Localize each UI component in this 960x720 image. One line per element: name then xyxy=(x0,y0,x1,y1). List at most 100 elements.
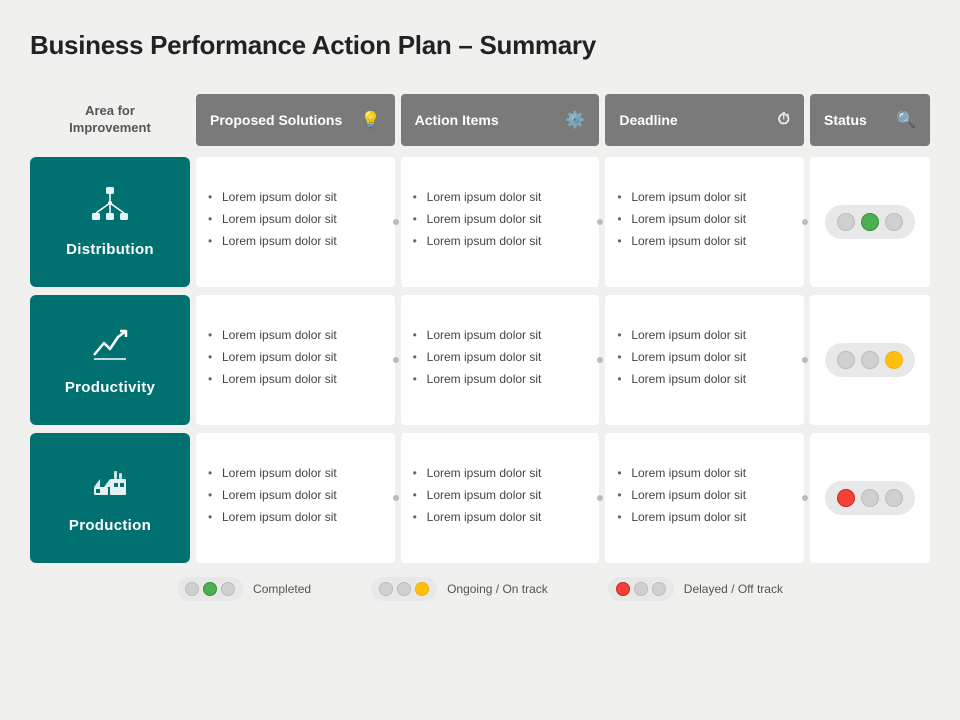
light-1 xyxy=(837,351,855,369)
area-header-label: Area for Improvement xyxy=(69,103,151,137)
status-label: Status xyxy=(824,112,867,128)
legend-light xyxy=(415,582,429,596)
production-action-list: Lorem ipsum dolor sit Lorem ipsum dolor … xyxy=(411,465,586,530)
legend-light xyxy=(652,582,666,596)
legend-ongoing-label: Ongoing / On track xyxy=(447,582,548,596)
page: Business Performance Action Plan – Summa… xyxy=(0,0,960,720)
list-item: Lorem ipsum dolor sit xyxy=(206,509,381,526)
light-3 xyxy=(885,213,903,231)
light-2 xyxy=(861,213,879,231)
legend-light xyxy=(379,582,393,596)
light-1 xyxy=(837,489,855,507)
legend-ongoing: Ongoing / On track xyxy=(371,577,548,601)
distribution-action-list: Lorem ipsum dolor sit Lorem ipsum dolor … xyxy=(411,189,586,254)
legend-delayed: Delayed / Off track xyxy=(608,577,783,601)
production-area-cell: Production xyxy=(30,433,190,563)
light-3 xyxy=(885,489,903,507)
list-item: Lorem ipsum dolor sit xyxy=(411,465,586,482)
list-item: Lorem ipsum dolor sit xyxy=(411,349,586,366)
list-item: Lorem ipsum dolor sit xyxy=(206,487,381,504)
list-item: Lorem ipsum dolor sit xyxy=(206,233,381,250)
legend-light xyxy=(203,582,217,596)
table-row: Distribution Lorem ipsum dolor sit Lorem… xyxy=(30,157,930,287)
list-item: Lorem ipsum dolor sit xyxy=(206,211,381,228)
light-2 xyxy=(861,489,879,507)
header-row: Area for Improvement Proposed Solutions … xyxy=(30,91,930,149)
legend-light xyxy=(221,582,235,596)
list-item: Lorem ipsum dolor sit xyxy=(615,211,790,228)
production-proposed-solutions: Lorem ipsum dolor sit Lorem ipsum dolor … xyxy=(196,433,395,563)
action-items-icon: ⚙️ xyxy=(565,110,585,130)
legend-light xyxy=(185,582,199,596)
production-proposed-list: Lorem ipsum dolor sit Lorem ipsum dolor … xyxy=(206,465,381,530)
list-item: Lorem ipsum dolor sit xyxy=(615,233,790,250)
production-action-items: Lorem ipsum dolor sit Lorem ipsum dolor … xyxy=(401,433,600,563)
page-title: Business Performance Action Plan – Summa… xyxy=(30,30,930,61)
list-item: Lorem ipsum dolor sit xyxy=(411,189,586,206)
production-icon xyxy=(90,461,130,509)
list-item: Lorem ipsum dolor sit xyxy=(615,487,790,504)
list-item: Lorem ipsum dolor sit xyxy=(411,371,586,388)
legend-completed: Completed xyxy=(177,577,311,601)
list-item: Lorem ipsum dolor sit xyxy=(411,509,586,526)
legend-light xyxy=(616,582,630,596)
list-item: Lorem ipsum dolor sit xyxy=(206,327,381,344)
distribution-proposed-list: Lorem ipsum dolor sit Lorem ipsum dolor … xyxy=(206,189,381,254)
productivity-label: Productivity xyxy=(65,379,155,396)
list-item: Lorem ipsum dolor sit xyxy=(411,327,586,344)
deadline-label: Deadline xyxy=(619,112,677,128)
productivity-traffic-lights xyxy=(825,343,915,377)
production-deadline-list: Lorem ipsum dolor sit Lorem ipsum dolor … xyxy=(615,465,790,530)
legend-light xyxy=(634,582,648,596)
legend-completed-lights xyxy=(177,577,243,601)
proposed-solutions-header: Proposed Solutions 💡 xyxy=(196,94,395,146)
list-item: Lorem ipsum dolor sit xyxy=(411,233,586,250)
productivity-status xyxy=(810,295,930,425)
productivity-deadline-list: Lorem ipsum dolor sit Lorem ipsum dolor … xyxy=(615,327,790,392)
light-1 xyxy=(837,213,855,231)
productivity-area-cell: Productivity xyxy=(30,295,190,425)
action-items-label: Action Items xyxy=(415,112,499,128)
list-item: Lorem ipsum dolor sit xyxy=(411,211,586,228)
distribution-action-items: Lorem ipsum dolor sit Lorem ipsum dolor … xyxy=(401,157,600,287)
list-item: Lorem ipsum dolor sit xyxy=(206,349,381,366)
status-header: Status 🔍 xyxy=(810,94,930,146)
action-items-header: Action Items ⚙️ xyxy=(401,94,600,146)
light-3 xyxy=(885,351,903,369)
distribution-label: Distribution xyxy=(66,241,154,258)
list-item: Lorem ipsum dolor sit xyxy=(615,327,790,344)
productivity-action-items: Lorem ipsum dolor sit Lorem ipsum dolor … xyxy=(401,295,600,425)
list-item: Lorem ipsum dolor sit xyxy=(615,189,790,206)
distribution-status xyxy=(810,157,930,287)
distribution-icon xyxy=(90,185,130,233)
productivity-proposed-list: Lorem ipsum dolor sit Lorem ipsum dolor … xyxy=(206,327,381,392)
area-header: Area for Improvement xyxy=(30,91,190,149)
list-item: Lorem ipsum dolor sit xyxy=(615,509,790,526)
legend-completed-label: Completed xyxy=(253,582,311,596)
table-row: Production Lorem ipsum dolor sit Lorem i… xyxy=(30,433,930,563)
legend-ongoing-lights xyxy=(371,577,437,601)
productivity-action-list: Lorem ipsum dolor sit Lorem ipsum dolor … xyxy=(411,327,586,392)
deadline-icon: ⏱ xyxy=(778,111,790,129)
legend: Completed Ongoing / On track Delayed / O… xyxy=(30,577,930,601)
distribution-deadline-list: Lorem ipsum dolor sit Lorem ipsum dolor … xyxy=(615,189,790,254)
table-wrapper: Area for Improvement Proposed Solutions … xyxy=(30,91,930,700)
legend-delayed-label: Delayed / Off track xyxy=(684,582,783,596)
distribution-area-cell: Distribution xyxy=(30,157,190,287)
list-item: Lorem ipsum dolor sit xyxy=(206,189,381,206)
proposed-solutions-label: Proposed Solutions xyxy=(210,112,342,128)
distribution-traffic-lights xyxy=(825,205,915,239)
productivity-proposed-solutions: Lorem ipsum dolor sit Lorem ipsum dolor … xyxy=(196,295,395,425)
status-icon: 🔍 xyxy=(896,110,916,130)
list-item: Lorem ipsum dolor sit xyxy=(206,371,381,388)
legend-delayed-lights xyxy=(608,577,674,601)
production-status xyxy=(810,433,930,563)
production-traffic-lights xyxy=(825,481,915,515)
productivity-icon xyxy=(90,323,130,371)
list-item: Lorem ipsum dolor sit xyxy=(615,371,790,388)
list-item: Lorem ipsum dolor sit xyxy=(411,487,586,504)
table-row: Productivity Lorem ipsum dolor sit Lorem… xyxy=(30,295,930,425)
proposed-solutions-icon: 💡 xyxy=(361,110,381,130)
light-2 xyxy=(861,351,879,369)
legend-light xyxy=(397,582,411,596)
